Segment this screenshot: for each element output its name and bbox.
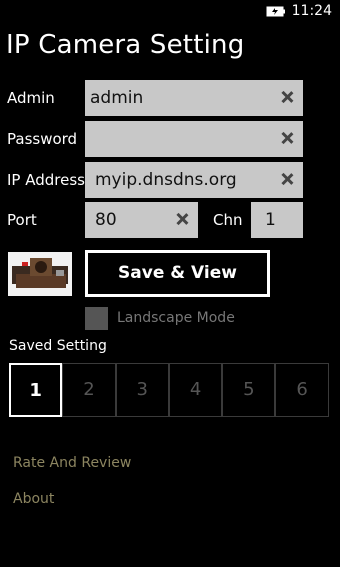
port-field[interactable]: 80 <box>85 202 198 238</box>
saved-slot-2[interactable]: 2 <box>62 363 116 417</box>
about-link[interactable]: About <box>13 491 54 507</box>
battery-icon <box>266 6 285 17</box>
saved-slot-5[interactable]: 5 <box>222 363 276 417</box>
chn-field[interactable]: 1 <box>251 202 303 238</box>
rate-and-review-link[interactable]: Rate And Review <box>13 455 131 471</box>
clear-icon[interactable] <box>279 171 295 187</box>
saved-slot-1[interactable]: 1 <box>9 363 63 417</box>
saved-slot-6[interactable]: 6 <box>275 363 329 417</box>
save-and-view-button[interactable]: Save & View <box>85 250 270 297</box>
landscape-mode-checkbox[interactable] <box>85 307 108 330</box>
ip-address-field[interactable]: myip.dnsdns.org <box>85 162 303 198</box>
clock: 11:24 <box>291 3 332 19</box>
admin-value: admin <box>90 88 144 108</box>
port-value: 80 <box>95 210 117 230</box>
landscape-mode-label: Landscape Mode <box>117 310 235 326</box>
saved-slot-3[interactable]: 3 <box>115 363 169 417</box>
saved-slot-4[interactable]: 4 <box>168 363 223 417</box>
password-field[interactable] <box>85 121 303 157</box>
ip-address-value: myip.dnsdns.org <box>95 170 237 190</box>
chn-label: Chn <box>213 211 243 229</box>
password-label: Password <box>7 130 78 148</box>
clear-icon[interactable] <box>279 130 295 146</box>
status-bar: 11:24 <box>0 0 340 24</box>
saved-setting-title: Saved Setting <box>9 338 107 354</box>
clear-icon[interactable] <box>279 89 295 105</box>
clear-icon[interactable] <box>174 211 190 227</box>
page-title: IP Camera Setting <box>6 30 245 60</box>
admin-field[interactable]: admin <box>85 80 303 116</box>
camera-thumbnail <box>8 252 72 296</box>
port-label: Port <box>7 211 37 229</box>
saved-slots: 1 2 3 4 5 6 <box>9 363 329 417</box>
ip-address-label: IP Address <box>7 171 85 189</box>
admin-label: Admin <box>7 89 55 107</box>
